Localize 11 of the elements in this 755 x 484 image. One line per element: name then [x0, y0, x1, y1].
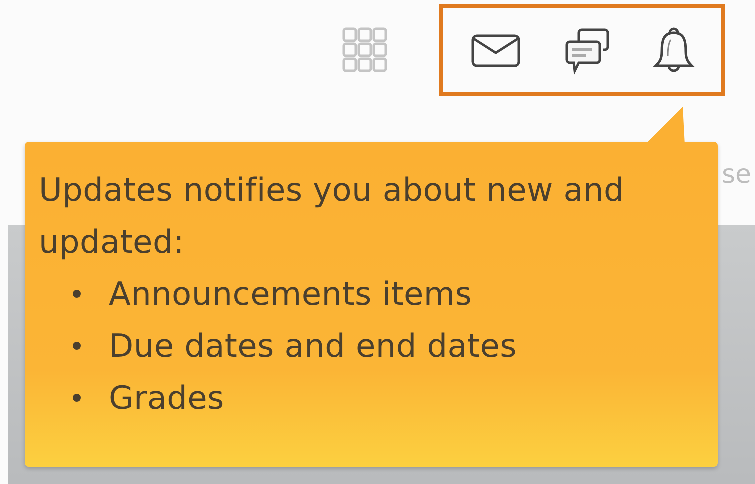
tooltip-list-item: Due dates and end dates	[109, 326, 518, 367]
chat-icon[interactable]	[563, 27, 611, 75]
partial-text: se	[722, 160, 752, 190]
tooltip-text: Updates notifies you about new and updated:	[39, 170, 626, 263]
mail-icon[interactable]	[471, 34, 521, 68]
tooltip-list-item: Announcements items	[109, 274, 472, 315]
bullet-icon	[73, 394, 81, 402]
tooltip-pointer-icon	[645, 105, 685, 145]
bullet-icon	[73, 342, 81, 350]
bullet-icon	[73, 290, 81, 298]
tooltip-list-item: Grades	[109, 378, 224, 419]
